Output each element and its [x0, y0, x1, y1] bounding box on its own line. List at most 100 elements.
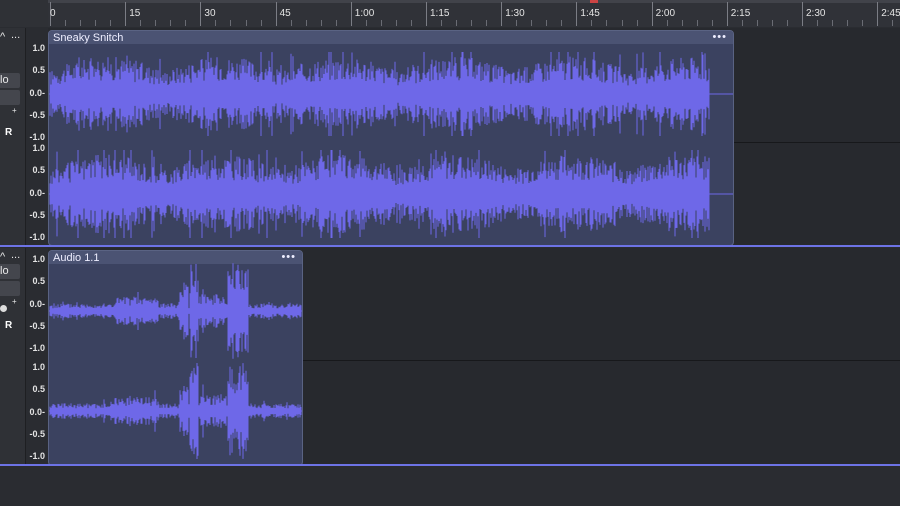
ruler-minor-tick	[681, 20, 683, 26]
ruler-minor-tick	[531, 20, 533, 26]
ruler-minor-tick	[636, 20, 638, 26]
amplitude-scale-track-2: 1.0 0.5 0.0- -0.5 -1.0 1.0 0.5 0.0- -0.5 -1.0	[26, 248, 48, 466]
ruler-minor-tick	[696, 20, 698, 26]
solo-label: lo	[0, 74, 9, 86]
waveform-clip-2[interactable]	[49, 251, 302, 465]
track-header-1[interactable]: ^ ... lo + R	[0, 28, 26, 246]
ruler-tick-label: 1:30	[505, 8, 525, 19]
pan-plus-label: +	[12, 297, 17, 306]
collapse-icon[interactable]: ^	[0, 251, 5, 263]
ruler-minor-tick	[516, 20, 518, 26]
ruler-major-tick	[802, 2, 803, 26]
amplitude-scale-label: 1.0	[32, 362, 45, 372]
audio-clip-2[interactable]: Audio 1.1 •••	[48, 250, 303, 466]
ruler-tick-label: 2:45	[881, 8, 900, 19]
ruler-minor-tick	[110, 20, 112, 26]
amplitude-scale-label: 0.0-	[29, 87, 45, 98]
ruler-minor-tick	[335, 20, 337, 26]
ruler-tick-label: 2:15	[730, 8, 751, 19]
amplitude-scale-label: 1.0	[32, 254, 45, 264]
ruler-minor-tick	[245, 20, 247, 26]
amplitude-scale-label: -0.5	[29, 109, 45, 120]
ruler-minor-tick	[817, 20, 819, 26]
amplitude-scale-label: -0.5	[29, 209, 45, 220]
amplitude-scale-label: 0.0-	[29, 298, 45, 309]
ruler-minor-tick	[290, 20, 292, 26]
solo-label: lo	[0, 265, 9, 277]
ruler-minor-tick	[260, 20, 262, 26]
ruler-minor-tick	[395, 20, 397, 26]
ruler-minor-tick	[471, 20, 473, 26]
track-menu-icon[interactable]: ...	[11, 249, 20, 261]
amplitude-scale-label: 0.0-	[29, 187, 45, 198]
track-canvas-2[interactable]: Audio 1.1 •••	[48, 248, 900, 466]
ruler-minor-tick	[215, 20, 217, 26]
ruler-tick-label: 0	[50, 8, 56, 19]
ruler-minor-tick	[862, 20, 864, 26]
amplitude-scale-label: 1.0	[32, 143, 45, 153]
amplitude-scale-label: 1.0	[32, 43, 45, 53]
ruler-minor-tick	[591, 20, 593, 26]
ruler-minor-tick	[95, 20, 97, 26]
ruler-major-tick	[726, 2, 728, 26]
track-2-focus-border	[0, 464, 900, 466]
amplitude-scale-label: 0.5	[32, 384, 45, 395]
pan-slider-knob[interactable]	[0, 305, 7, 312]
ruler-minor-tick	[711, 20, 713, 26]
track-1-focus-border	[0, 245, 900, 247]
ruler-minor-tick	[65, 20, 67, 26]
ruler-tick-label: 45	[279, 8, 291, 19]
ruler-minor-tick	[365, 20, 367, 26]
ruler-minor-tick	[546, 20, 548, 26]
track-header-2[interactable]: ^ ... lo + R	[0, 248, 26, 466]
amplitude-scale-label: 0.5	[32, 276, 45, 287]
track-menu-icon[interactable]: ...	[11, 29, 20, 41]
amplitude-scale-label: 0.5	[32, 165, 45, 176]
record-arm-button[interactable]: R	[5, 127, 12, 138]
mute-button[interactable]	[0, 90, 20, 105]
collapse-icon[interactable]: ^	[0, 31, 5, 43]
ruler-minor-tick	[185, 20, 187, 26]
ruler-major-tick	[426, 2, 427, 26]
amplitude-scale-label: -0.5	[29, 320, 45, 331]
amplitude-scale-label: -1.0	[29, 232, 45, 243]
ruler-tick-label: 1:00	[354, 8, 375, 19]
ruler-minor-tick	[170, 20, 172, 26]
ruler-tick-label: 1:15	[430, 8, 450, 19]
audio-editor: 0 15 30 45 1:00 1:15 1:30 1:45 2:00 2:15 2:30 2:45 …	[0, 0, 900, 506]
ruler-minor-tick	[892, 20, 894, 26]
ruler-major-tick	[200, 2, 202, 26]
ruler-minor-tick	[441, 20, 443, 26]
solo-button[interactable]: lo	[0, 73, 20, 88]
amplitude-scale-label: -1.0	[29, 451, 45, 462]
ruler-minor-tick	[561, 20, 563, 26]
ruler-major-tick	[576, 2, 578, 26]
ruler-major-tick	[501, 2, 503, 26]
ruler-major-tick	[877, 2, 879, 26]
ruler-minor-tick	[832, 20, 834, 26]
ruler-tick-label: 2:00	[655, 8, 676, 19]
solo-button[interactable]: lo	[0, 264, 20, 279]
waveform-clip-1[interactable]	[49, 31, 733, 245]
amplitude-scale-label: 0.5	[32, 65, 45, 76]
ruler-minor-tick	[230, 20, 232, 26]
ruler-scale[interactable]: 0 15 30 45 1:00 1:15 1:30 1:45 2:00 2:15 2:30 2:45	[48, 0, 900, 27]
ruler-minor-tick	[741, 20, 743, 26]
ruler-minor-tick	[456, 20, 458, 26]
track-canvas-1[interactable]: Sneaky Snitch •••	[48, 28, 900, 246]
ruler-minor-tick	[606, 20, 608, 26]
ruler-corner	[0, 0, 48, 27]
record-arm-button[interactable]: R	[5, 320, 12, 331]
ruler-tick-label: 2:30	[806, 8, 826, 19]
ruler-tick-label: 30	[204, 8, 216, 19]
empty-track-area[interactable]	[0, 467, 900, 506]
mute-button[interactable]	[0, 281, 20, 296]
ruler-minor-tick	[771, 20, 773, 26]
ruler-minor-tick	[155, 20, 157, 26]
ruler-tick-label: 1:45	[580, 8, 600, 19]
ruler-minor-tick	[380, 20, 382, 26]
amplitude-scale-label: -1.0	[29, 343, 45, 354]
ruler-minor-tick	[305, 20, 307, 26]
audio-clip-1[interactable]: Sneaky Snitch •••	[48, 30, 734, 246]
timeline-ruler[interactable]: 0 15 30 45 1:00 1:15 1:30 1:45 2:00 2:15 2:30 2:45	[0, 0, 900, 27]
